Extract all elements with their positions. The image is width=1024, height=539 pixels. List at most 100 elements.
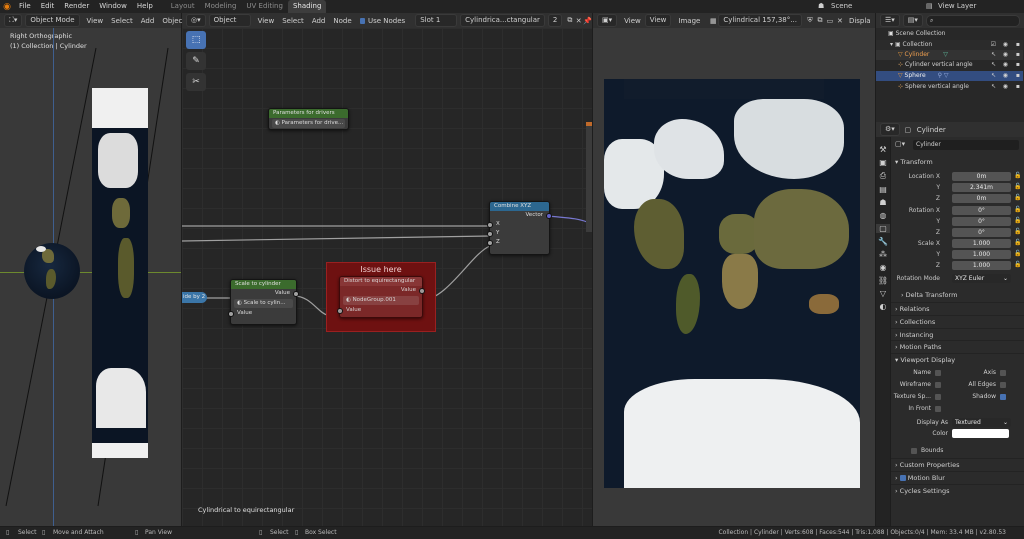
wireframe-checkbox[interactable] xyxy=(935,382,941,388)
display-mode-button[interactable]: ▤▾ xyxy=(902,14,923,27)
object-mode-dropdown[interactable]: Object Mode xyxy=(25,14,80,27)
blender-logo-icon[interactable]: ◉ xyxy=(0,2,14,12)
section-motion-blur[interactable]: › Motion Blur xyxy=(891,471,1024,483)
location-z-field[interactable]: 0m xyxy=(952,194,1011,203)
section-collections[interactable]: › Collections xyxy=(891,315,1024,327)
menu-window[interactable]: Window xyxy=(94,0,132,13)
node-divide-stub[interactable]: ide by 2 xyxy=(182,292,207,303)
editor-type-button[interactable]: ⛶▾ xyxy=(4,14,23,27)
node-offscreen-right[interactable] xyxy=(586,122,592,232)
cylinder-texture-strip[interactable] xyxy=(92,88,148,458)
texture-space-checkbox[interactable] xyxy=(935,394,941,400)
view-layer-tab-icon[interactable]: ▤ xyxy=(876,185,890,194)
rotation-mode-dropdown[interactable]: XYZ Euler ⌄ xyxy=(952,274,1011,283)
tool-tab-icon[interactable]: ⚒ xyxy=(876,145,890,154)
render-tab-icon[interactable]: ▣ xyxy=(876,158,890,167)
outliner-cylinder[interactable]: ▽ Cylinder ▽ ↖ ◉ ▪ xyxy=(876,50,1023,60)
fake-user-icon[interactable]: ⛨ xyxy=(805,16,815,25)
scale-x-field[interactable]: 1.000 xyxy=(952,239,1011,248)
select-arrow-icon[interactable]: ↖ xyxy=(991,50,996,60)
camera-icon[interactable]: ▪ xyxy=(1016,82,1020,92)
image-menu-view[interactable]: View xyxy=(620,17,645,25)
motion-blur-checkbox[interactable] xyxy=(899,475,906,481)
lock-icon[interactable]: 🔓 xyxy=(1014,217,1021,224)
node-menu-add[interactable]: Add xyxy=(308,17,330,25)
new-image-icon[interactable]: ⧉ xyxy=(815,16,825,25)
pin-icon[interactable]: 📌 xyxy=(583,17,592,25)
location-y-field[interactable]: 2.341m xyxy=(952,183,1011,192)
editor-type-button[interactable]: ⚙▾ xyxy=(880,123,900,136)
editor-type-button[interactable]: ☰▾ xyxy=(880,14,900,27)
node-editor-canvas[interactable]: ⬚ ✎ ✂ Parameters for drivers ◐ Parameter… xyxy=(182,28,592,526)
physics-tab-icon[interactable]: ◉ xyxy=(876,263,890,272)
tab-uv-editing[interactable]: UV Editing xyxy=(241,0,288,13)
bounds-checkbox[interactable] xyxy=(911,448,917,454)
scene-selector[interactable]: Scene xyxy=(831,0,852,13)
section-relations[interactable]: › Relations xyxy=(891,302,1024,314)
camera-icon[interactable]: ▪ xyxy=(1016,40,1020,50)
eye-icon[interactable]: ◉ xyxy=(1003,71,1008,81)
scale-z-field[interactable]: 1.000 xyxy=(952,261,1011,270)
viewport-menu-add[interactable]: Add xyxy=(137,17,159,25)
eye-icon[interactable]: ◉ xyxy=(1003,82,1008,92)
copy-icon[interactable]: ⧉ xyxy=(565,16,574,25)
checkbox-icon[interactable]: ☑ xyxy=(991,40,996,50)
outliner-cylinder-vertical-angle[interactable]: ⊹ Cylinder vertical angle ↖ ◉ ▪ xyxy=(876,60,1023,70)
outliner-scene-collection[interactable]: ▣ Scene Collection xyxy=(876,29,1023,39)
object-name-field[interactable]: Cylinder xyxy=(913,140,1019,150)
frame-issue-here[interactable]: Issue here Distort to equirectangular Va… xyxy=(326,262,436,332)
color-swatch[interactable] xyxy=(952,429,1009,438)
axis-checkbox[interactable] xyxy=(1000,370,1006,376)
name-checkbox[interactable] xyxy=(935,370,941,376)
section-cycles-settings[interactable]: › Cycles Settings xyxy=(891,484,1024,496)
particles-tab-icon[interactable]: ⁂ xyxy=(876,250,890,259)
image-view-dropdown[interactable]: View xyxy=(644,14,672,27)
viewport-menu-select[interactable]: Select xyxy=(107,17,137,25)
output-tab-icon[interactable]: ⎙ xyxy=(876,171,890,181)
node-distort-to-equirectangular[interactable]: Distort to equirectangular Value ◐ NodeG… xyxy=(337,276,425,318)
lock-icon[interactable]: 🔓 xyxy=(1014,239,1021,246)
outliner-sphere[interactable]: ▽ Sphere ⚲ ▽ ↖ ◉ ▪ xyxy=(876,71,1023,81)
camera-icon[interactable]: ▪ xyxy=(1016,60,1020,70)
viewport-menu-view[interactable]: View xyxy=(83,17,108,25)
node-menu-view[interactable]: View xyxy=(254,17,279,25)
tab-shading[interactable]: Shading xyxy=(287,0,327,13)
object-type-icon[interactable]: ▢▾ xyxy=(895,140,905,148)
eye-icon[interactable]: ◉ xyxy=(1003,60,1008,70)
lock-icon[interactable]: 🔓 xyxy=(1014,228,1021,235)
lock-icon[interactable]: 🔓 xyxy=(1014,172,1021,179)
lock-icon[interactable]: 🔓 xyxy=(1014,261,1021,268)
close-icon[interactable]: ✕ xyxy=(574,17,583,25)
select-arrow-icon[interactable]: ↖ xyxy=(991,71,996,81)
tab-layout[interactable]: Layout xyxy=(166,0,200,13)
rotation-y-field[interactable]: 0° xyxy=(952,217,1011,226)
image-editor-canvas[interactable] xyxy=(593,28,875,526)
section-transform[interactable]: ▾ Transform xyxy=(891,156,1024,168)
close-icon[interactable]: ✕ xyxy=(835,17,845,25)
constraints-tab-icon[interactable]: ⛓ xyxy=(876,276,890,285)
material-tab-icon[interactable]: ◐ xyxy=(876,302,890,311)
camera-icon[interactable]: ▪ xyxy=(1016,71,1020,81)
editor-type-button[interactable]: ◎▾ xyxy=(186,14,206,27)
outliner-collection[interactable]: ▾ ▣ Collection ☑ ◉ ▪ xyxy=(876,40,1023,50)
all-edges-checkbox[interactable] xyxy=(1000,382,1006,388)
eye-icon[interactable]: ◉ xyxy=(1003,50,1008,60)
lock-icon[interactable]: 🔓 xyxy=(1014,194,1021,201)
eye-icon[interactable]: ◉ xyxy=(1003,40,1008,50)
node-parameters-for-drivers[interactable]: Parameters for drivers ◐ Parameters for … xyxy=(268,108,349,130)
expand-arrow-icon[interactable]: ▾ xyxy=(890,41,893,48)
tab-modeling[interactable]: Modeling xyxy=(200,0,242,13)
image-selector[interactable]: Cylindrical 157,38°... xyxy=(718,14,802,27)
display-channels-label[interactable]: Displa xyxy=(845,17,875,25)
shader-type-dropdown[interactable]: Object xyxy=(208,14,251,27)
sphere-globe[interactable] xyxy=(24,243,80,299)
node-scale-to-cylinder[interactable]: Scale to cylinder Value ◐ Scale to cylin… xyxy=(228,279,299,325)
rotation-z-field[interactable]: 0° xyxy=(952,228,1011,237)
editor-type-button[interactable]: ▣▾ xyxy=(597,14,618,27)
viewport-3d[interactable]: Right Orthographic (1) Collection | Cyli… xyxy=(0,28,181,526)
location-x-field[interactable]: 0m xyxy=(952,172,1011,181)
scale-y-field[interactable]: 1.000 xyxy=(952,250,1011,259)
view-layer-selector[interactable]: View Layer xyxy=(938,0,976,13)
node-group-field[interactable]: ◐ Parameters for drive... xyxy=(272,119,345,128)
lock-icon[interactable]: 🔓 xyxy=(1014,250,1021,257)
